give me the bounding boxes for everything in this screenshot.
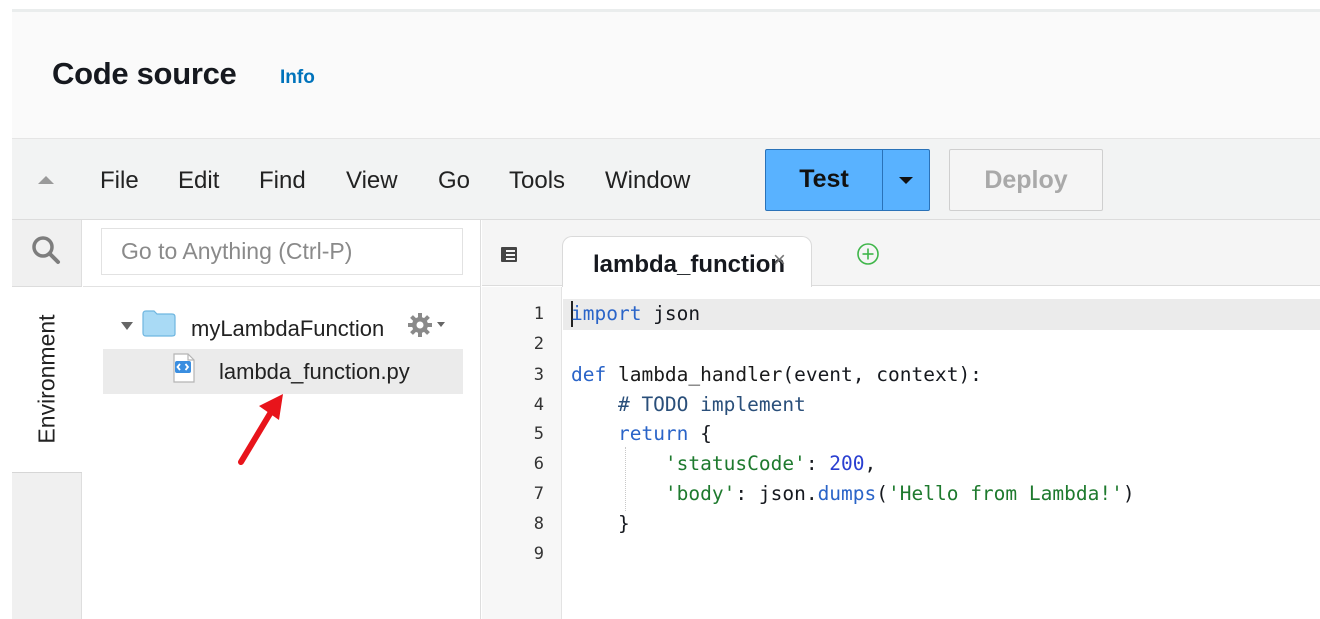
environment-tab-label: Environment: [33, 314, 60, 444]
line-number: 5: [533, 424, 544, 444]
editor-tab-bar: lambda_function ×: [482, 220, 1320, 287]
line-number: 9: [533, 544, 544, 564]
code-token: ,: [864, 452, 877, 475]
environment-tab[interactable]: Environment: [12, 287, 82, 473]
code-line-7: 'body': json.dumps('Hello from Lambda!'): [571, 482, 1135, 505]
code-token: (: [876, 482, 889, 505]
code-token: : json.: [735, 482, 818, 505]
code-token: json: [641, 302, 701, 325]
code-token: (event, context):: [782, 363, 982, 386]
menu-tools[interactable]: Tools: [509, 167, 565, 195]
line-number: 7: [533, 484, 544, 504]
line-number: 6: [533, 454, 544, 474]
test-dropdown-button[interactable]: [883, 150, 930, 210]
tree-file-row[interactable]: lambda_function.py: [103, 349, 463, 394]
line-number: 3: [533, 365, 544, 385]
tab-lambda-function[interactable]: lambda_function ×: [562, 236, 812, 287]
code-line-3: def lambda_handler(event, context):: [571, 363, 982, 386]
gear-dropdown-icon[interactable]: [437, 322, 445, 327]
tree-folder-row[interactable]: myLambdaFunction: [103, 308, 463, 348]
section-header: Code source Info: [12, 12, 1320, 138]
code-token: def: [571, 363, 607, 386]
test-split-button: Test: [765, 149, 930, 211]
code-line-5: return {: [571, 422, 712, 445]
close-icon[interactable]: ×: [773, 247, 786, 273]
code-token: 'body': [664, 482, 736, 505]
code-editor[interactable]: import json def lambda_handler(event, co…: [563, 287, 1320, 619]
menu-file[interactable]: File: [100, 167, 139, 195]
menu-edit[interactable]: Edit: [178, 167, 219, 195]
code-token: {: [688, 422, 712, 445]
code-token: lambda_handler: [606, 363, 783, 386]
line-number-gutter: 1 2 3 4 5 6 7 8 9: [482, 287, 562, 619]
page-title: Code source: [52, 56, 237, 91]
tabs-menu-icon[interactable]: [500, 246, 520, 264]
file-name: lambda_function.py: [219, 359, 410, 384]
code-line-1: import json: [571, 302, 700, 325]
tab-label: lambda_function: [593, 251, 786, 278]
deploy-button[interactable]: Deploy: [949, 149, 1103, 211]
code-token: 'statusCode': [664, 452, 806, 475]
panel-divider: [83, 286, 481, 287]
menu-find[interactable]: Find: [259, 167, 306, 195]
search-icon[interactable]: [30, 234, 62, 266]
code-token: 'Hello from Lambda!': [888, 482, 1123, 505]
indent-guide: [625, 447, 626, 511]
ide-menubar: File Edit Find View Go Tools Window Test…: [12, 138, 1320, 220]
line-number: 4: [533, 395, 544, 415]
folder-name: myLambdaFunction: [191, 316, 385, 341]
menu-go[interactable]: Go: [438, 167, 470, 195]
code-token: :: [805, 452, 830, 475]
line-number: 1: [533, 304, 544, 324]
code-line-6: 'statusCode': 200,: [571, 452, 876, 475]
line-number: 8: [533, 514, 544, 534]
expand-triangle-icon[interactable]: [121, 322, 133, 330]
red-arrow-annotation: [238, 394, 283, 465]
folder-icon: [142, 310, 176, 337]
info-link[interactable]: Info: [280, 67, 315, 89]
code-token: dumps: [817, 482, 877, 505]
menu-window[interactable]: Window: [605, 167, 690, 195]
add-tab-icon[interactable]: [856, 242, 880, 266]
gear-icon[interactable]: [407, 312, 433, 338]
code-token: return: [617, 422, 689, 445]
menu-view[interactable]: View: [346, 167, 398, 195]
python-file-icon: [173, 353, 195, 383]
goto-anything-input[interactable]: [101, 228, 463, 275]
left-rail: Environment: [12, 220, 82, 619]
code-line-8: }: [571, 512, 630, 535]
code-token: 200: [829, 452, 865, 475]
collapse-icon[interactable]: [38, 176, 54, 184]
environment-panel: myLambdaFunction lambda_function.p: [83, 220, 481, 619]
test-button[interactable]: Test: [766, 150, 882, 210]
code-line-4: # TODO implement: [571, 393, 806, 416]
code-token: import: [571, 302, 642, 325]
code-token: ): [1122, 482, 1135, 505]
line-number: 2: [533, 334, 544, 354]
